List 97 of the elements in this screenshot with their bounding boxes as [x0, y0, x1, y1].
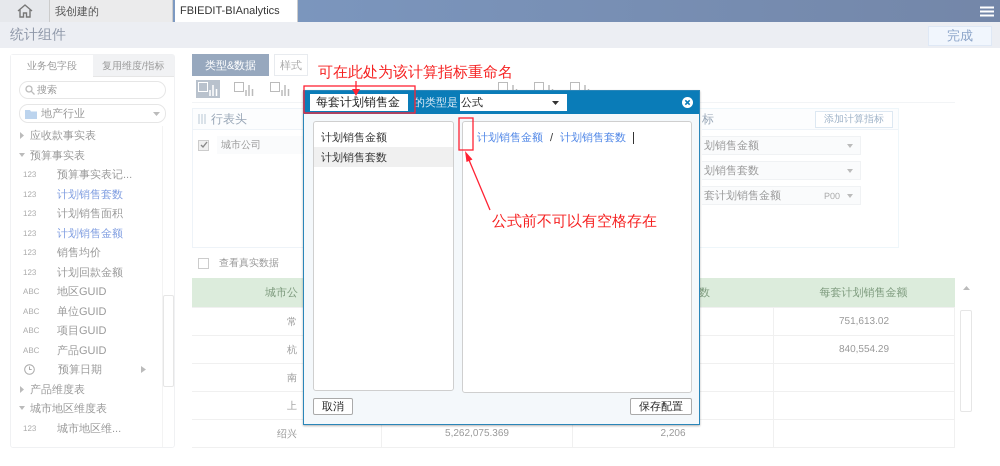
table-cell-text: 上: [287, 400, 297, 412]
caret-icon: [847, 144, 853, 148]
type-label: 123: [23, 268, 38, 277]
editor-tab[interactable]: 类型&数据: [192, 54, 269, 76]
field-name[interactable]: 地区GUID: [57, 284, 106, 300]
scroll-up-icon[interactable]: [962, 286, 970, 290]
caret-icon: [552, 100, 559, 104]
done-button[interactable]: 完成: [928, 26, 992, 46]
browser-tab[interactable]: FBIEDIT-BIAnalytics: [175, 0, 298, 22]
field-name[interactable]: 预算事实表记...: [57, 167, 132, 182]
table-cell: 2,206: [660, 428, 686, 439]
field-name[interactable]: 销售均价: [57, 245, 101, 260]
table-cell-text: 绍兴: [277, 428, 297, 440]
checkbox[interactable]: [198, 258, 209, 268]
table-name[interactable]: 应收款事实表: [30, 128, 96, 144]
chart-type-icon: [198, 82, 218, 96]
type-label: 123: [23, 424, 38, 433]
panel-title: 标: [702, 110, 714, 128]
type-label: ABC: [23, 346, 40, 355]
caret-icon: [153, 112, 160, 116]
highlight-box: [458, 117, 474, 151]
field-name[interactable]: 单位GUID: [57, 304, 106, 319]
column-header: 数: [699, 286, 710, 300]
type-label: ABC: [23, 306, 40, 316]
field-name[interactable]: 城市地区维...: [57, 420, 122, 436]
home-icon: [16, 4, 32, 18]
chart-type-button[interactable]: [268, 80, 292, 98]
checkbox[interactable]: [198, 140, 209, 150]
menu-icon[interactable]: [980, 6, 994, 16]
cancel-button[interactable]: 取消: [313, 398, 353, 415]
chart-type-icon: [234, 82, 254, 96]
caret-icon: [847, 194, 853, 198]
type-label: 123: [23, 170, 38, 180]
annotation-text: 公式前不可以有空格存在: [492, 212, 657, 231]
table-cell: 751,613.02: [838, 316, 890, 327]
table-cell: 5,262,075.369: [445, 428, 509, 439]
indicator-field[interactable]: 套计划销售金额 P00: [702, 186, 861, 205]
field-name[interactable]: 计划销售面积: [57, 206, 123, 222]
field-name[interactable]: 产品GUID: [57, 342, 106, 358]
table-cell-text: 常: [287, 316, 297, 328]
type-label: 123: [23, 209, 38, 218]
field-name[interactable]: 项目GUID: [57, 323, 106, 338]
grip-icon: [198, 114, 206, 124]
formula-field[interactable]: 计划销售套数: [560, 130, 626, 145]
indicator-field[interactable]: 划销售金额: [702, 136, 861, 155]
search-icon: [25, 85, 35, 95]
field-item[interactable]: 计划销售套数: [314, 147, 453, 167]
type-label: 123: [23, 228, 38, 238]
name-field[interactable]: 每套计划销售金: [310, 94, 408, 111]
checkbox-label: 查看真实数据: [219, 256, 279, 270]
expander-icon[interactable]: [19, 152, 25, 159]
expander-icon[interactable]: [19, 386, 25, 393]
table-cell-text: 南: [287, 372, 297, 384]
search-field[interactable]: 搜索: [19, 81, 166, 99]
browser-tab[interactable]: 我创建的: [50, 0, 173, 22]
expander-icon[interactable]: [19, 132, 25, 140]
package-dropdown[interactable]: 地产行业: [19, 104, 166, 123]
type-label: 123: [23, 190, 38, 199]
home-tab[interactable]: [0, 0, 50, 22]
clock-icon: [24, 364, 35, 376]
chart-type-icon: [270, 82, 290, 96]
formula-field[interactable]: 计划销售金额: [477, 130, 543, 145]
chart-type-button[interactable]: [232, 80, 256, 98]
table-name[interactable]: 预算事实表: [30, 148, 85, 163]
annotation-arrow: [465, 151, 491, 210]
field-name[interactable]: 计划销售金额: [57, 226, 123, 241]
scrollbar[interactable]: [162, 126, 174, 447]
editor-tab[interactable]: 样式: [274, 54, 308, 76]
caret-icon: [847, 168, 853, 172]
type-label: ABC: [23, 287, 40, 296]
type-select[interactable]: 公式: [460, 94, 567, 111]
panel-title: 行表头: [211, 110, 247, 128]
close-icon[interactable]: [682, 97, 693, 108]
field-name[interactable]: 预算日期: [58, 362, 102, 378]
indicator-field[interactable]: 划销售套数: [702, 161, 861, 180]
formula-operator: /: [550, 132, 554, 144]
field-item[interactable]: 计划销售金额: [314, 127, 453, 147]
field-name[interactable]: 计划销售套数: [57, 186, 123, 202]
expander-icon[interactable]: [19, 405, 25, 412]
table-cell-text: 杭: [287, 344, 297, 356]
expander-icon[interactable]: [141, 366, 146, 374]
type-label: ABC: [23, 326, 40, 336]
column-header: 每套计划销售金额: [820, 286, 908, 300]
annotation-text: 可在此处为该计算指标重命名: [318, 63, 513, 82]
table-cell: 840,554.29: [838, 344, 890, 355]
annotation-arrow: [352, 81, 360, 96]
save-button[interactable]: 保存配置: [630, 398, 692, 415]
add-indicator-button[interactable]: 添加计算指标: [815, 110, 893, 128]
type-label: 123: [23, 248, 38, 258]
folder-icon: [25, 108, 37, 118]
table-name[interactable]: 产品维度表: [30, 382, 85, 397]
text-cursor: [633, 132, 634, 144]
column-header: 城市公: [265, 286, 298, 300]
field-name[interactable]: 计划回款金额: [57, 264, 123, 280]
table-name[interactable]: 城市地区维度表: [30, 401, 107, 416]
panel-tab[interactable]: 复用维度/指标: [92, 55, 174, 77]
page-title: 统计组件: [10, 26, 66, 44]
